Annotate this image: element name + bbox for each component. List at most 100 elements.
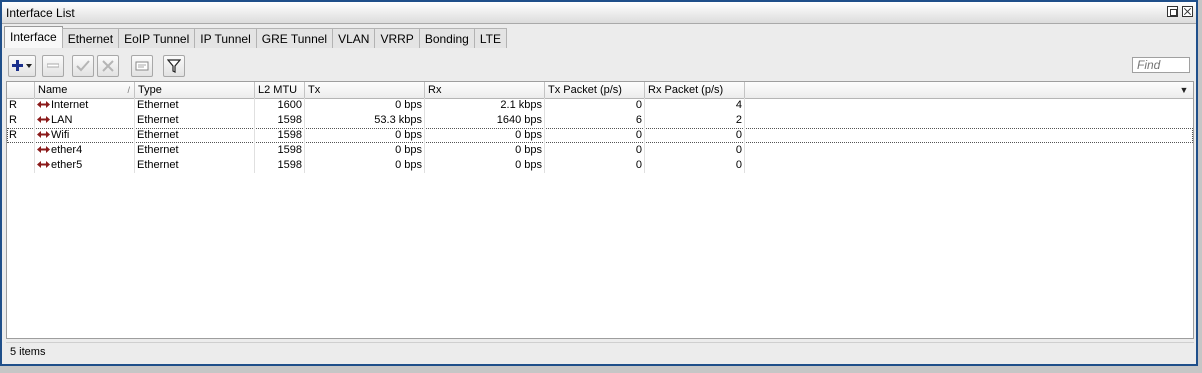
title-bar[interactable]: Interface List xyxy=(2,2,1196,24)
col-header-l2mtu[interactable]: L2 MTU xyxy=(255,82,305,98)
cell-rx-pps: 0 xyxy=(645,128,745,143)
cell-rx: 0 bps xyxy=(425,143,545,158)
tab-bonding[interactable]: Bonding xyxy=(418,28,475,48)
cell-tx: 0 bps xyxy=(305,158,425,173)
cell-text: Ethernet xyxy=(137,144,179,156)
cell-tx-pps: 6 xyxy=(545,113,645,128)
cell-text: 0 xyxy=(635,159,642,171)
cell-type: Ethernet xyxy=(135,143,255,158)
cell-flag: R xyxy=(7,128,35,143)
cell-text: Wifi xyxy=(51,129,70,141)
cell-text: 0 bps xyxy=(395,99,422,111)
tab-interface[interactable]: Interface xyxy=(4,26,63,48)
cell-rx-pps: 2 xyxy=(645,113,745,128)
cell-text: LAN xyxy=(51,114,73,126)
table-row[interactable]: ether4 Ethernet 1598 0 bps 0 bps 0 0 xyxy=(7,143,1193,158)
table-row[interactable]: ether5 Ethernet 1598 0 bps 0 bps 0 0 xyxy=(7,158,1193,173)
cell-text: 1640 bps xyxy=(496,114,542,126)
cell-tx: 0 bps xyxy=(305,143,425,158)
cell-name: ether4 xyxy=(35,143,135,158)
cell-text: 1598 xyxy=(277,144,302,156)
cell-type: Ethernet xyxy=(135,98,255,113)
close-icon[interactable] xyxy=(1182,6,1193,17)
toolbar xyxy=(8,55,1196,77)
cell-text: 0 xyxy=(735,129,742,141)
cell-flag xyxy=(7,158,35,173)
col-header-rx-packet[interactable]: Rx Packet (p/s) xyxy=(645,82,745,98)
cell-name: ether5 xyxy=(35,158,135,173)
cell-rx-pps: 4 xyxy=(645,98,745,113)
cell-rx-pps: 0 xyxy=(645,158,745,173)
cell-text: Ethernet xyxy=(137,99,179,111)
cell-text: 2 xyxy=(735,114,742,126)
table-row[interactable]: R LAN Ethernet 1598 53.3 kbps 1640 bps 6 2 xyxy=(7,113,1193,128)
col-header-type[interactable]: Type xyxy=(135,82,255,98)
cell-text: 0 bps xyxy=(395,144,422,156)
column-chooser-icon[interactable]: ▼ xyxy=(1177,84,1191,96)
cell-text: 2.1 kbps xyxy=(500,99,542,111)
ethernet-interface-icon xyxy=(37,100,50,108)
cell-text: 1600 xyxy=(277,99,302,111)
cell-text: R xyxy=(9,114,17,126)
ethernet-interface-icon xyxy=(37,160,50,168)
restore-icon[interactable] xyxy=(1167,6,1178,17)
tab-ethernet[interactable]: Ethernet xyxy=(61,28,120,48)
cell-text: R xyxy=(9,129,17,141)
cell-tx-pps: 0 xyxy=(545,143,645,158)
disable-icon xyxy=(102,60,114,72)
cell-text: 0 bps xyxy=(395,129,422,141)
cell-tx: 53.3 kbps xyxy=(305,113,425,128)
add-button[interactable] xyxy=(8,55,36,77)
tab-gre-tunnel[interactable]: GRE Tunnel xyxy=(255,28,334,48)
ethernet-interface-icon xyxy=(37,115,50,123)
tab-bar: Interface Ethernet EoIP Tunnel IP Tunnel… xyxy=(4,26,507,49)
cell-text: 1598 xyxy=(277,159,302,171)
col-header-flag[interactable] xyxy=(7,82,35,98)
comment-button[interactable] xyxy=(131,55,153,77)
col-header-name[interactable]: Name / xyxy=(35,82,135,98)
tab-lte[interactable]: LTE xyxy=(473,28,507,48)
tab-vrrp[interactable]: VRRP xyxy=(374,28,420,48)
cell-tx-pps: 0 xyxy=(545,98,645,113)
add-icon xyxy=(12,60,32,71)
col-header-tx-packet[interactable]: Tx Packet (p/s) xyxy=(545,82,645,98)
find-input[interactable] xyxy=(1132,57,1190,73)
enable-icon xyxy=(76,60,90,72)
tab-vlan[interactable]: VLAN xyxy=(332,28,376,48)
tab-ip-tunnel[interactable]: IP Tunnel xyxy=(194,28,257,48)
remove-icon xyxy=(47,63,59,68)
cell-type: Ethernet xyxy=(135,128,255,143)
cell-rx: 2.1 kbps xyxy=(425,98,545,113)
cell-l2mtu: 1600 xyxy=(255,98,305,113)
cell-flag: R xyxy=(7,98,35,113)
table-row[interactable]: R Wifi Ethernet 1598 0 bps 0 bps 0 0 xyxy=(7,128,1193,143)
cell-l2mtu: 1598 xyxy=(255,143,305,158)
cell-text: R xyxy=(9,99,17,111)
tab-eoip-tunnel[interactable]: EoIP Tunnel xyxy=(118,28,196,48)
cell-text: 0 bps xyxy=(515,144,542,156)
col-header-tx[interactable]: Tx xyxy=(305,82,425,98)
cell-text: 0 xyxy=(635,129,642,141)
col-header-name-label: Name xyxy=(38,84,68,96)
cell-type: Ethernet xyxy=(135,113,255,128)
col-header-rx[interactable]: Rx xyxy=(425,82,545,98)
remove-button[interactable] xyxy=(42,55,64,77)
table-header: Name / Type L2 MTU Tx Rx Tx Packet (p/s)… xyxy=(7,82,1193,99)
cell-tx: 0 bps xyxy=(305,128,425,143)
cell-name: Wifi xyxy=(35,128,135,143)
cell-text: 0 xyxy=(635,99,642,111)
cell-l2mtu: 1598 xyxy=(255,158,305,173)
interface-table: Name / Type L2 MTU Tx Rx Tx Packet (p/s)… xyxy=(6,81,1194,339)
cell-name: Internet xyxy=(35,98,135,113)
cell-name: LAN xyxy=(35,113,135,128)
table-row[interactable]: R Internet Ethernet 1600 0 bps 2.1 kbps 0 4 xyxy=(7,98,1193,113)
enable-button[interactable] xyxy=(72,55,94,77)
filter-button[interactable] xyxy=(163,55,185,77)
cell-flag xyxy=(7,143,35,158)
window-title: Interface List xyxy=(6,6,75,20)
cell-text: Ethernet xyxy=(137,159,179,171)
disable-button[interactable] xyxy=(97,55,119,77)
cell-text: 0 bps xyxy=(515,129,542,141)
cell-tx-pps: 0 xyxy=(545,158,645,173)
interface-list-window: Interface List Interface Ethernet EoIP T… xyxy=(0,0,1198,366)
